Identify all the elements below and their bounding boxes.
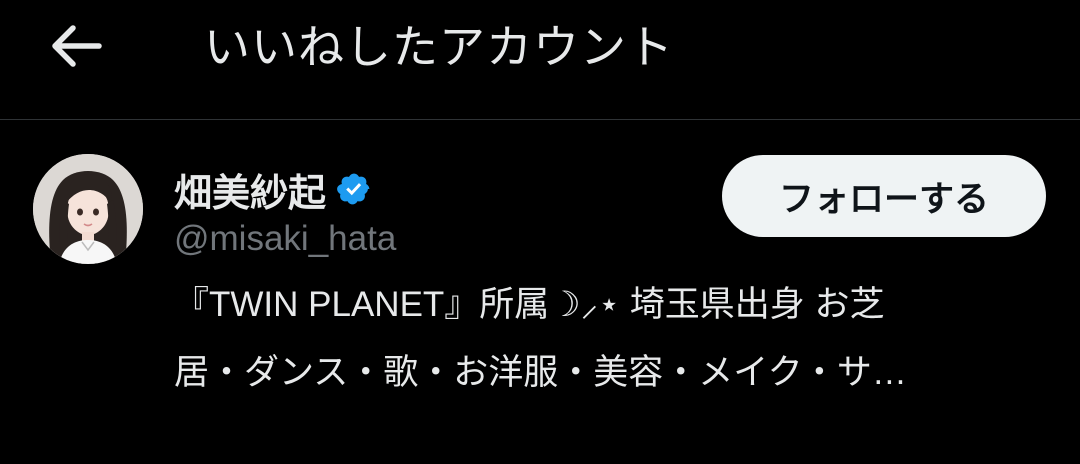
display-name-row: 畑美紗起 bbox=[174, 161, 372, 217]
user-cell[interactable]: 畑美紗起 @misaki_hata フォローする 『TWIN PLANET』所属… bbox=[0, 121, 1080, 464]
user-bio: 『TWIN PLANET』所属☽⸝⋆ 埼玉県出身 お芝 居・ダンス・歌・お洋服・… bbox=[174, 271, 1034, 407]
back-button[interactable] bbox=[42, 14, 112, 78]
bio-line: 居・ダンス・歌・お洋服・美容・メイク・サ… bbox=[174, 353, 907, 392]
verified-badge-icon[interactable] bbox=[336, 171, 372, 207]
liked-by-screen: いいねしたアカウント 畑美紗起 @misaki_hata フォローする 『TWI… bbox=[0, 0, 1080, 464]
avatar-image bbox=[33, 154, 143, 264]
page-title: いいねしたアカウント bbox=[204, 20, 674, 74]
display-name[interactable]: 畑美紗起 bbox=[174, 162, 326, 217]
arrow-left-icon bbox=[52, 25, 102, 67]
bio-line: 『TWIN PLANET』所属☽⸝⋆ 埼玉県出身 お芝 bbox=[174, 285, 885, 324]
top-app-bar: いいねしたアカウント bbox=[0, 0, 1080, 120]
avatar[interactable] bbox=[33, 154, 143, 264]
follow-button[interactable]: フォローする bbox=[722, 155, 1046, 237]
user-handle[interactable]: @misaki_hata bbox=[174, 217, 396, 261]
